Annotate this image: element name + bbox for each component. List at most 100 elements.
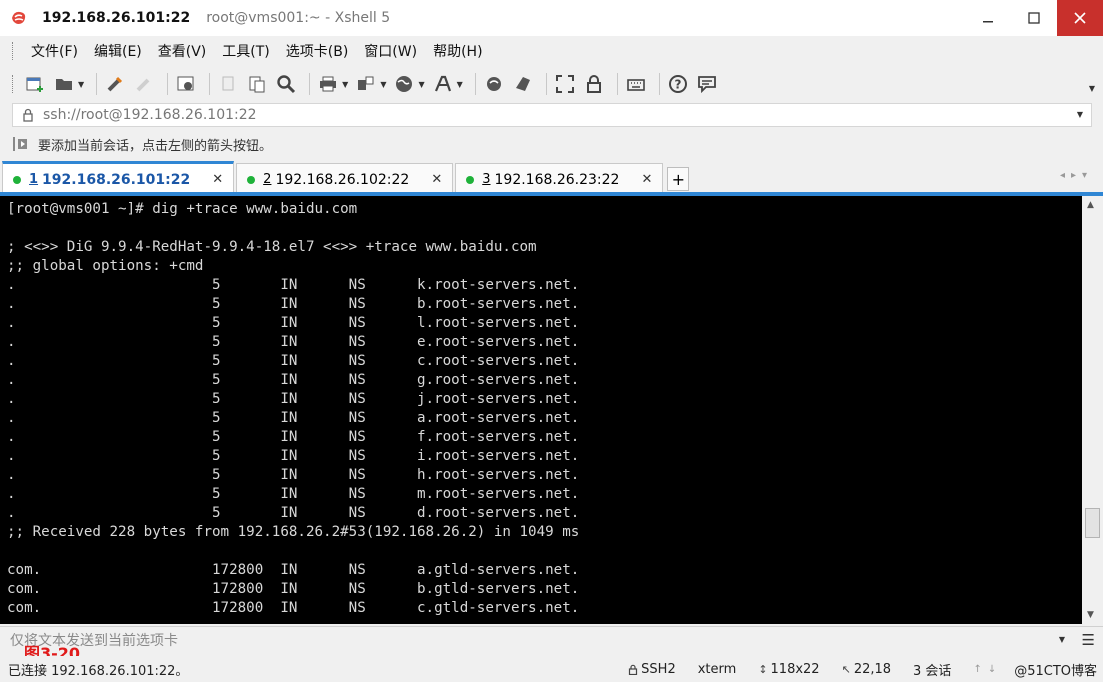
copy-icon [222,76,234,91]
minimize-button[interactable] [965,0,1011,36]
print-dropdown-caret[interactable]: ▼ [342,80,348,89]
globe-dropdown-caret[interactable]: ▼ [418,80,424,89]
terminal-line: . 5 IN NS b.root-servers.net. [7,296,580,312]
menu-file[interactable]: 文件(F) [23,41,86,61]
tab-label: 192.168.26.23:22 [494,171,620,188]
minimize-icon [983,21,993,23]
add-session-arrow-icon[interactable] [12,135,30,153]
maximize-button[interactable] [1011,0,1057,36]
lock-button[interactable] [582,72,606,96]
menu-grip [12,42,15,60]
terminal-line: com. 172800 IN NS a.gtld-servers.net. [7,562,580,578]
properties-icon [177,76,194,91]
tab-session-3[interactable]: 3 192.168.26.23:22 ✕ [455,163,664,195]
copy-button[interactable] [216,72,240,96]
status-size: ↕ 118x22 [758,662,819,677]
disconnect-icon [136,78,150,92]
open-dropdown-caret[interactable]: ▼ [78,80,84,89]
scroll-up-icon[interactable]: ▲ [1087,200,1094,210]
tab-scroll-arrows-icon[interactable]: ◂▸▾ [1060,170,1093,181]
transfer-dropdown-caret[interactable]: ▼ [380,80,386,89]
xmanager-button[interactable] [511,72,535,96]
compose-dropdown-caret[interactable]: ▼ [1059,635,1065,644]
fullscreen-button[interactable] [553,72,577,96]
xftp-button[interactable] [482,72,506,96]
terminal-line: . 5 IN NS m.root-servers.net. [7,486,580,502]
tab-session-2[interactable]: 2 192.168.26.102:22 ✕ [236,163,454,195]
paste-button[interactable] [245,72,269,96]
terminal-line: ; <<>> DiG 9.9.4-RedHat-9.9.4-18.el7 <<>… [7,239,537,255]
xmanager-icon [515,77,530,91]
transfer-button[interactable] [354,72,378,96]
tab-close-icon[interactable]: ✕ [212,172,223,187]
session-hint-bar: 要添加当前会话，点击左侧的箭头按钮。 [0,130,1103,158]
connected-dot-icon [247,175,256,184]
scroll-down-icon[interactable]: ▼ [1087,610,1094,620]
terminal-line: ;; global options: +cmd [7,258,204,274]
open-session-button[interactable] [52,72,76,96]
connection-status: 已连接 192.168.26.101:22。 [8,663,189,679]
sessions-text: 3 会话 [913,663,952,679]
font-dropdown-caret[interactable]: ▼ [457,80,463,89]
new-tab-button[interactable]: + [667,167,690,191]
terminal-line: . 5 IN NS h.root-servers.net. [7,467,580,483]
close-button[interactable] [1057,0,1103,36]
session-nav-arrows-icon[interactable]: ↑↓ [973,664,1002,675]
tab-number: 2 [263,172,272,187]
keyboard-icon [626,79,645,91]
size-text: 118x22 [770,661,820,677]
lock-icon [586,75,601,93]
resize-icon: ↕ [758,662,768,676]
menu-tabs[interactable]: 选项卡(B) [278,41,357,61]
address-bar[interactable]: ssh://root@192.168.26.101:22 ▼ [12,103,1092,127]
font-button[interactable] [431,72,455,96]
disconnect-button[interactable] [132,72,156,96]
connect-icon [107,76,123,92]
compose-bar[interactable]: 仅将文本发送到当前选项卡 ▼ ☰ [0,626,1103,652]
terminal-line: . 5 IN NS l.root-servers.net. [7,315,580,331]
hamburger-menu-icon[interactable]: ☰ [1082,631,1095,649]
search-icon [277,75,296,94]
menu-edit[interactable]: 编辑(E) [86,41,150,61]
tab-number: 1 [29,172,39,187]
terminal-line: . 5 IN NS g.root-servers.net. [7,372,580,388]
terminal-line: com. 172800 IN NS b.gtld-servers.net. [7,581,580,597]
watermark: @51CTO博客 [1014,663,1097,679]
maximize-icon [1028,12,1040,24]
print-button[interactable] [316,72,340,96]
menu-view[interactable]: 查看(V) [150,41,215,61]
tab-close-icon[interactable]: ✕ [641,172,652,187]
terminal-scrollbar[interactable]: ▲ ▼ [1082,196,1103,624]
lock-icon [629,664,638,675]
scrollbar-thumb[interactable] [1085,508,1100,538]
globe-button[interactable] [392,72,416,96]
address-dropdown-caret[interactable]: ▼ [1077,110,1083,119]
toolbar-overflow-caret[interactable]: ▼ [1089,84,1095,93]
keyboard-button[interactable] [624,72,648,96]
terminal-output[interactable]: [root@vms001 ~]# dig +trace www.baidu.co… [0,196,1082,624]
menu-tools[interactable]: 工具(T) [214,41,277,61]
toolbar-separator [209,73,211,95]
svg-text:?: ? [674,78,681,92]
chat-button[interactable] [695,72,719,96]
toolbar-separator [474,73,476,95]
find-button[interactable] [274,72,298,96]
toolbar-separator [96,73,98,95]
tab-strip: 1 192.168.26.101:22 ✕ 2 192.168.26.102:2… [0,160,1103,195]
menu-help[interactable]: 帮助(H) [425,41,490,61]
menu-window[interactable]: 窗口(W) [356,41,425,61]
xftp-icon [486,77,501,91]
menu-bar: 文件(F) 编辑(E) 查看(V) 工具(T) 选项卡(B) 窗口(W) 帮助(… [0,36,1103,66]
properties-button[interactable] [174,72,198,96]
protocol-text: SSH2 [641,661,676,677]
status-protocol: SSH2 [628,662,676,677]
connect-button[interactable] [103,72,127,96]
session-hint-text: 要添加当前会话，点击左侧的箭头按钮。 [38,138,273,154]
terminal-line: . 5 IN NS a.root-servers.net. [7,410,580,426]
tab-session-1[interactable]: 1 192.168.26.101:22 ✕ [2,161,235,195]
status-terminal-type: xterm [698,662,737,677]
tab-close-icon[interactable]: ✕ [431,172,442,187]
help-button[interactable]: ? [666,72,690,96]
new-session-button[interactable] [23,72,47,96]
